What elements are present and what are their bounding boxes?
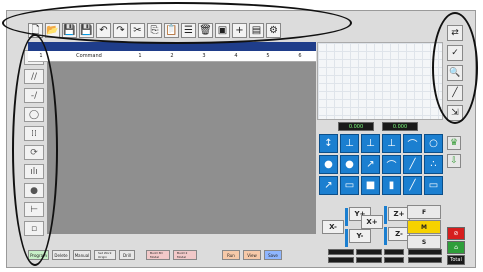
readout-1 [328, 249, 354, 255]
manual-button[interactable]: Manual [73, 250, 91, 260]
run-button[interactable]: Run [222, 250, 240, 260]
y-minus-indicator [345, 229, 348, 247]
save-icon[interactable]: 💾 [62, 23, 77, 38]
insert-icon[interactable]: ☰ [181, 23, 196, 38]
readout-5 [384, 249, 404, 255]
build-3d-button[interactable]: Build 3D Model [146, 250, 170, 260]
open-folder-icon[interactable]: 📂 [45, 23, 60, 38]
m-code-button[interactable]: M [407, 220, 441, 234]
spindle-button[interactable]: S [407, 235, 441, 249]
line-icon[interactable]: // [24, 69, 44, 84]
y-plus-indicator [345, 208, 348, 226]
chart-icon[interactable]: ılı [24, 164, 44, 179]
drawing-tools-grid: ↕ ⊥ ⊥ ⊥ ⌒ ○ ● ● ↗ ⌒ ╱ ∴ ↗ ▭ ■ ▮ ╱ ▭ [319, 134, 445, 195]
column-5-header[interactable]: 5 [252, 53, 284, 59]
fill-icon[interactable]: ■ [361, 176, 380, 195]
find-icon[interactable]: ▣ [215, 23, 230, 38]
dash-icon[interactable]: -/ [24, 88, 44, 103]
save-as-icon[interactable]: 💾 [79, 23, 94, 38]
diagonal-icon[interactable]: ↗ [319, 176, 338, 195]
x-minus-button[interactable]: X- [322, 220, 344, 234]
dot-icon[interactable]: ● [24, 183, 44, 198]
build-2-button[interactable]: Build 2 Model [173, 250, 197, 260]
grid-icon[interactable]: ⁞⁞ [24, 126, 44, 141]
line-icon[interactable]: ╱ [403, 155, 422, 174]
y-coordinate-readout: 0.000 [382, 122, 418, 131]
column-3-header[interactable]: 3 [188, 53, 220, 59]
toolpath-preview[interactable] [317, 42, 443, 120]
delete-icon[interactable]: 🗑 [198, 23, 213, 38]
x-coordinate-readout: 0.000 [338, 122, 374, 131]
cursor-icon[interactable]: ⇲ [447, 105, 463, 121]
bottom-toolbar: Program Delete Manual Set Work Origin Dr… [28, 250, 282, 260]
rect-icon[interactable]: ▭ [340, 176, 359, 195]
status-label: Total [447, 255, 465, 265]
dots-icon[interactable]: ∴ [424, 155, 443, 174]
feed-rate-button[interactable]: F [407, 205, 441, 219]
pin-icon[interactable]: ✓ [447, 45, 463, 61]
command-column-header[interactable]: Command [54, 53, 124, 59]
stop-button[interactable]: ⊘ [447, 227, 465, 240]
new-file-icon[interactable]: 🗋 [28, 23, 43, 38]
bar-icon[interactable]: ▮ [382, 176, 401, 195]
column-1-header[interactable]: 1 [124, 53, 156, 59]
readout-2 [328, 257, 354, 263]
disabled-icon[interactable]: ▫ [24, 221, 44, 236]
copy-icon[interactable]: ⎘ [147, 23, 162, 38]
check-icon[interactable]: ♛ [447, 136, 461, 150]
x-plus-button[interactable]: X+ [361, 215, 383, 229]
circle-icon[interactable]: ◯ [24, 107, 44, 122]
redo-icon[interactable]: ↷ [113, 23, 128, 38]
paste-icon[interactable]: 📋 [164, 23, 179, 38]
import-icon[interactable]: ⇩ [447, 154, 461, 168]
slash-icon[interactable]: ╱ [403, 176, 422, 195]
column-4-header[interactable]: 4 [220, 53, 252, 59]
readout-7 [408, 249, 442, 255]
z-plus-indicator [384, 206, 387, 224]
row-number-header: 1 [39, 53, 43, 59]
axis-icon[interactable]: ⊢ [24, 202, 44, 217]
delete-button[interactable]: Delete [52, 250, 70, 260]
set-origin-button[interactable]: Set Work Origin [94, 250, 116, 260]
settings-icon[interactable]: ⚙ [266, 23, 281, 38]
readout-4 [356, 257, 382, 263]
drill-button[interactable]: Drill [119, 250, 135, 260]
column-6-header[interactable]: 6 [284, 53, 316, 59]
list-icon[interactable]: ▤ [249, 23, 264, 38]
base-icon[interactable]: ⊥ [361, 134, 380, 153]
circle-icon[interactable]: ○ [424, 134, 443, 153]
rotate-icon[interactable]: ⟳ [24, 145, 44, 160]
vertical-move-icon[interactable]: ↕ [319, 134, 338, 153]
undo-icon[interactable]: ↶ [96, 23, 111, 38]
program-button[interactable]: Program [28, 250, 49, 260]
program-tab-bar [28, 42, 316, 51]
measure-icon[interactable]: ╱ [447, 85, 463, 101]
refresh-icon[interactable]: ⇄ [447, 25, 463, 41]
base-icon[interactable]: ⊥ [340, 134, 359, 153]
readout-6 [384, 257, 404, 263]
cut-icon[interactable]: ✂ [130, 23, 145, 38]
readout-8 [408, 257, 442, 263]
base-icon[interactable]: ⊥ [382, 134, 401, 153]
diagonal-icon[interactable]: ↗ [361, 155, 380, 174]
marker-icon[interactable]: + [232, 23, 247, 38]
point-icon[interactable]: ● [340, 155, 359, 174]
program-edit-area[interactable] [47, 62, 316, 234]
left-toolbar: ▲//-/◯⁞⁞⟳ılı●⊢▫ [24, 50, 46, 236]
home-button[interactable]: ⌂ [447, 241, 465, 254]
y-minus-button[interactable]: Y- [349, 229, 371, 243]
zoom-icon[interactable]: 🔍 [447, 65, 463, 81]
arc-icon[interactable]: ⌒ [403, 134, 422, 153]
top-toolbar: 🗋 📂 💾 💾 ↶ ↷ ✂ ⎘ 📋 ☰ 🗑 ▣ + ▤ ⚙ [28, 23, 281, 41]
curve-icon[interactable]: ⌒ [382, 155, 401, 174]
save-bottom-button[interactable]: Save [264, 250, 282, 260]
z-minus-indicator [384, 227, 387, 245]
frame-icon[interactable]: ▭ [424, 176, 443, 195]
readout-3 [356, 249, 382, 255]
column-2-header[interactable]: 2 [156, 53, 188, 59]
right-toolbar: ⇄ ✓ 🔍 ╱ ⇲ [447, 25, 465, 121]
view-button[interactable]: View [243, 250, 261, 260]
program-table-header: 1 Command 1 2 3 4 5 6 [28, 51, 316, 62]
point-icon[interactable]: ● [319, 155, 338, 174]
